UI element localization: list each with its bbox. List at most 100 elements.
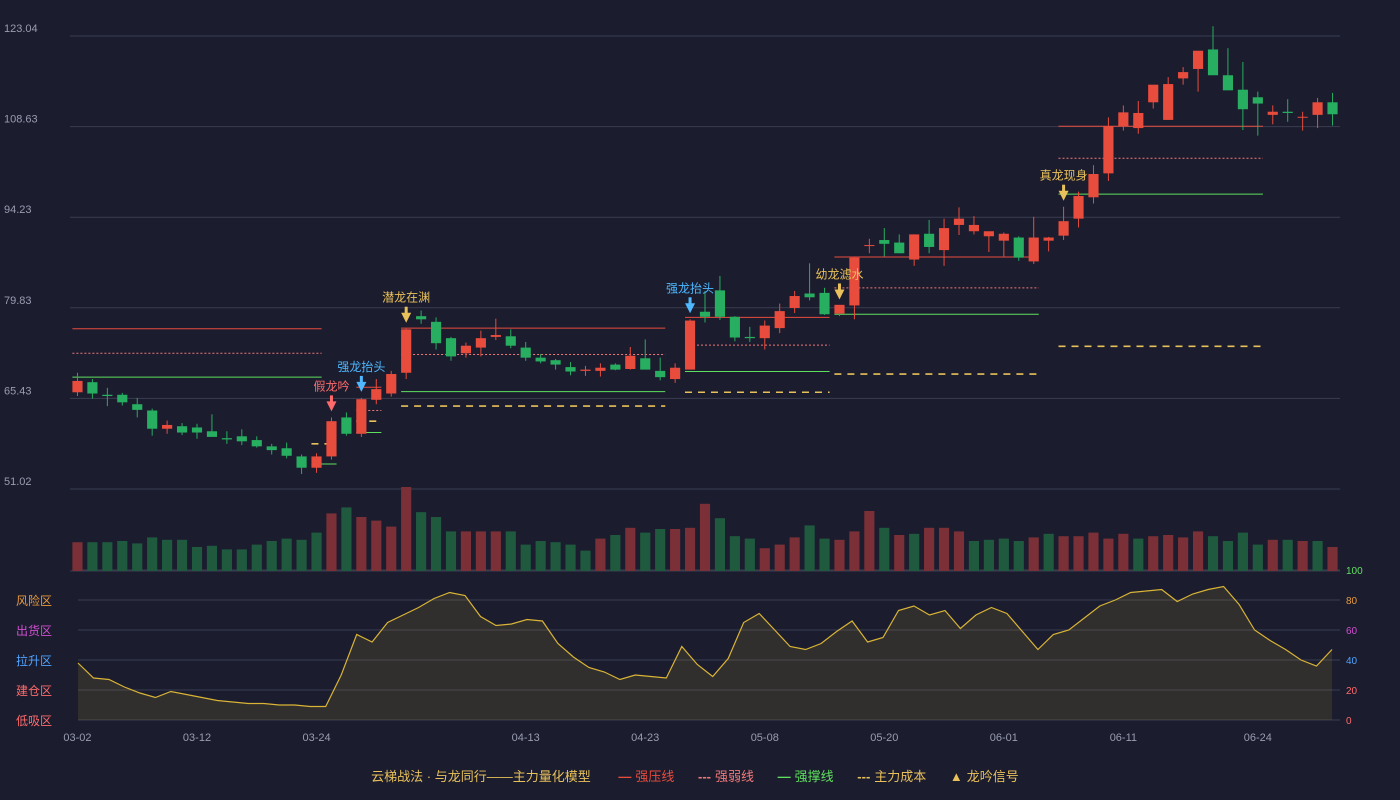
volume-bar — [699, 503, 711, 571]
candle-body — [998, 233, 1009, 241]
candle-body — [176, 426, 188, 433]
legend-mark: — — [618, 769, 632, 784]
candle-body — [1118, 112, 1129, 127]
candle-body — [1207, 49, 1219, 76]
candle-body — [87, 382, 98, 394]
volume-bar — [879, 527, 890, 571]
candle-body — [565, 367, 576, 372]
candle-body — [147, 410, 158, 429]
candle-body — [1163, 84, 1174, 120]
candle-body — [251, 440, 262, 447]
candle-body — [1178, 72, 1189, 79]
volume-bar — [625, 527, 636, 571]
legend-mark: --- — [698, 769, 711, 784]
risk-axis-label: 20 — [1346, 686, 1358, 697]
volume-bar — [206, 545, 218, 571]
legend-item-support: — 强撑线 — [778, 766, 834, 785]
volume-bar — [924, 527, 935, 571]
candle-body — [1312, 102, 1323, 115]
volume-bar — [789, 537, 800, 571]
volume-bar — [296, 539, 307, 571]
volume-bar — [1252, 544, 1263, 571]
zone-label: 建仓区 — [16, 684, 52, 698]
signal-label: 假龙吟 — [313, 378, 349, 393]
volume-bar — [117, 541, 128, 571]
candle-body — [924, 233, 935, 247]
x-tick-label: 03-12 — [183, 732, 211, 744]
volume-bar — [849, 531, 860, 571]
legend-label: 主力成本 — [874, 769, 927, 784]
candle-body — [356, 399, 367, 434]
candle-body — [117, 394, 128, 403]
volume-bar — [1148, 536, 1159, 571]
candle-body — [505, 336, 516, 346]
x-tick-label: 04-13 — [512, 732, 540, 744]
price-tick-label: 51.02 — [4, 476, 32, 488]
candle-body — [580, 369, 591, 371]
volume-bar — [281, 538, 292, 571]
volume-bar — [684, 527, 696, 571]
candle-body — [416, 316, 427, 320]
risk-axis-label: 0 — [1346, 716, 1352, 727]
volume-bar — [744, 538, 755, 571]
candle-body — [789, 296, 800, 308]
signal-arrow-icon — [685, 303, 696, 314]
volume-bar — [445, 531, 457, 571]
signal-arrow-stem — [837, 283, 841, 291]
legend-item-cost: --- 主力成本 — [857, 766, 926, 785]
x-tick-label: 06-24 — [1244, 732, 1272, 744]
candle-body — [759, 325, 770, 339]
volume-bar — [416, 512, 427, 571]
candle-body — [206, 431, 218, 437]
x-tick-label: 04-23 — [631, 732, 659, 744]
volume-bar — [670, 529, 681, 571]
price-tick-label: 79.83 — [4, 295, 32, 307]
candle-body — [341, 417, 352, 434]
candle-body — [938, 228, 950, 251]
candle-body — [655, 370, 666, 378]
candle-body — [1267, 111, 1278, 115]
volume-bar — [535, 541, 546, 571]
volume-bar — [162, 539, 173, 571]
candle-body — [953, 218, 965, 225]
volume-bar — [132, 543, 143, 571]
candle-body — [879, 240, 890, 244]
price-tick-label: 94.23 — [4, 204, 32, 216]
candle-body — [1043, 237, 1054, 241]
candle-body — [744, 336, 755, 339]
candle-body — [699, 311, 711, 317]
signal-arrow-icon — [1058, 190, 1069, 201]
candle-body — [460, 345, 472, 354]
chart-legend: 云梯战法 · 与龙同行——主力量化模型 — 强压线 --- 强弱线 — 强撑线 ---… — [0, 766, 1400, 785]
signal-arrow-stem — [688, 297, 692, 305]
volume-bar — [221, 549, 232, 571]
volume-bar — [401, 487, 412, 571]
volume-bar — [87, 542, 98, 571]
legend-mark: — — [777, 769, 791, 784]
volume-bar — [371, 520, 382, 571]
candle-body — [401, 329, 412, 373]
signal-label: 潜龙在渊 — [382, 291, 430, 305]
x-tick-label: 05-20 — [870, 732, 898, 744]
volume-bar — [191, 547, 203, 571]
volume-bar — [1267, 539, 1278, 571]
candle-body — [1192, 50, 1204, 69]
candle-body — [490, 335, 501, 337]
volume-bar — [580, 550, 591, 571]
candle-body — [1103, 126, 1114, 174]
volume-bar — [311, 532, 322, 571]
zone-label: 风险区 — [16, 593, 52, 608]
signal-label: 幼龙滤水 — [815, 267, 863, 281]
candle-body — [1222, 75, 1234, 91]
candle-body — [894, 242, 905, 254]
price-tick-label: 65.43 — [4, 385, 32, 397]
x-tick-label: 06-11 — [1110, 732, 1137, 744]
x-tick-label: 06-01 — [990, 732, 1018, 744]
volume-bar — [176, 539, 188, 571]
signal-arrow-stem — [404, 306, 408, 314]
volume-bar — [1312, 541, 1323, 571]
legend-mark: ▲ — [949, 769, 963, 784]
candle-body — [670, 367, 681, 380]
volume-bar — [356, 517, 367, 571]
price-tick-label: 123.04 — [4, 23, 38, 35]
